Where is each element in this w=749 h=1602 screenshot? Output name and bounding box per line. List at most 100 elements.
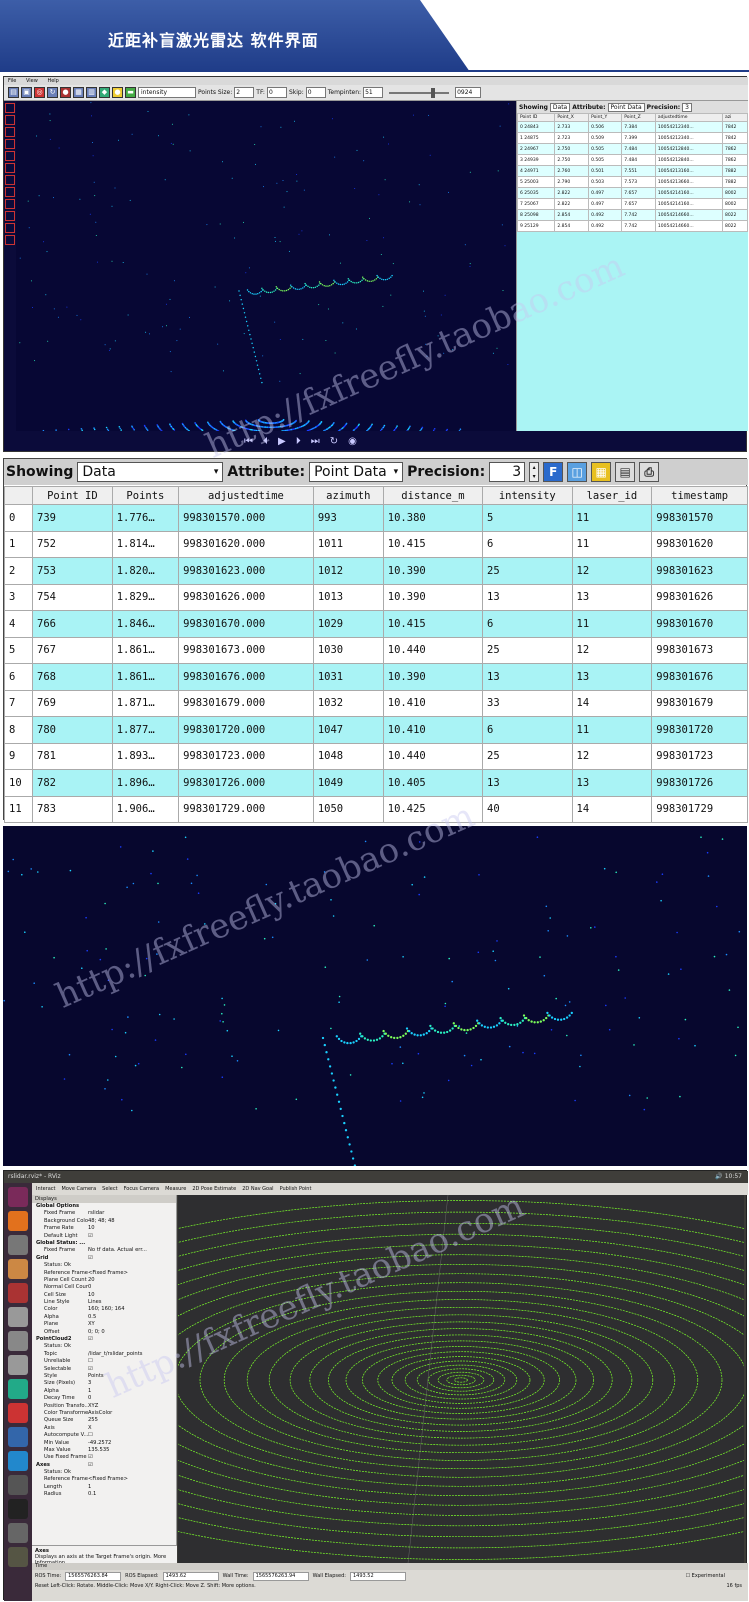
property-value[interactable]: 0 <box>88 1284 176 1291</box>
property-value[interactable]: 160; 160; 164 <box>88 1306 176 1313</box>
slider-handle[interactable] <box>431 87 436 98</box>
property-value[interactable]: 20 <box>88 1277 176 1284</box>
mini-row[interactable]: 6 25035 2.822 0.497 7.657 1005421416​0... 800… <box>516 187 749 199</box>
editor-icon[interactable] <box>8 1475 28 1495</box>
tool-2d-pose-estimate[interactable]: 2D Pose Estimate <box>192 1186 236 1192</box>
column-header[interactable]: Point ID <box>32 486 113 505</box>
table-row[interactable]: 11 783 1.906… 998301729.000 1050 10.425 40 14 99… <box>4 795 748 823</box>
mini-row[interactable]: 5 25003 2.790 0.503 7.573 1005421366​0... 788… <box>516 176 749 188</box>
light-icon[interactable]: ● <box>112 87 123 98</box>
property-value[interactable]: 0; 0; 0 <box>88 1329 176 1336</box>
property-value[interactable]: 135.535 <box>88 1447 176 1454</box>
tool-publish-point[interactable]: Publish Point <box>280 1186 312 1192</box>
property-value[interactable] <box>88 1203 176 1210</box>
display-property-row[interactable]: Cell Size 10 <box>32 1292 176 1299</box>
column-header[interactable]: distance_m <box>382 486 484 505</box>
property-value[interactable]: XYZ <box>88 1403 176 1410</box>
precision-input[interactable]: 3 <box>489 462 526 482</box>
property-value[interactable]: ☑ <box>88 1366 176 1373</box>
attribute-select[interactable]: Point Data <box>607 102 645 112</box>
mini-row[interactable]: 1 24875 2.723 0.509 7.399 1005421234​0... 784… <box>516 132 749 144</box>
mini-col-header[interactable]: Point_X <box>554 113 590 122</box>
rotate-icon[interactable]: ↻ <box>47 87 58 98</box>
tool-measure[interactable]: Measure <box>165 1186 186 1192</box>
property-value[interactable] <box>88 1469 176 1476</box>
python-icon[interactable]: ◆ <box>99 87 110 98</box>
property-value[interactable]: ☑ <box>88 1454 176 1461</box>
property-value[interactable]: 3 <box>88 1380 176 1387</box>
frame-slider[interactable] <box>389 87 450 98</box>
property-value[interactable]: ☑ <box>88 1233 176 1240</box>
display-property-row[interactable]: Plane Cell Count 20 <box>32 1277 176 1284</box>
table-row[interactable]: 5 767 1.861… 998301673.000 1030 10.440 25 12 998… <box>4 636 748 664</box>
column-header[interactable]: Points <box>111 486 180 505</box>
property-value[interactable]: XY <box>88 1321 176 1328</box>
tool-2d-nav-goal[interactable]: 2D Nav Goal <box>242 1186 273 1192</box>
menu-file[interactable]: File <box>8 78 16 84</box>
next-frame-icon[interactable]: ⏵ <box>296 436 301 447</box>
column-header[interactable]: timestamp <box>651 486 748 505</box>
display-property-row[interactable]: Default Light ☑ <box>32 1233 176 1240</box>
column-header[interactable]: laser_id <box>571 486 653 505</box>
tool-move-camera[interactable]: Move Camera <box>62 1186 97 1192</box>
mini-row[interactable]: 2 24967 2.750 0.505 7.484 1005421284​0... 786… <box>516 143 749 155</box>
experimental-checkbox[interactable]: ☐ Experimental <box>686 1573 725 1579</box>
mini-col-header[interactable]: adjustedtime <box>654 113 723 122</box>
property-value[interactable]: ☐ <box>88 1432 176 1439</box>
display-property-row[interactable]: Fixed Frame No tf data. Actual err... <box>32 1247 176 1254</box>
property-value[interactable]: 48; 48; 48 <box>88 1218 176 1225</box>
display-property-row[interactable]: Line Style Lines <box>32 1299 176 1306</box>
loop-icon[interactable]: ↻ <box>330 436 338 447</box>
property-value[interactable]: No tf data. Actual err... <box>88 1247 176 1254</box>
property-value[interactable]: 0.1 <box>88 1491 176 1498</box>
writer-icon[interactable] <box>8 1451 28 1471</box>
point-cloud-view[interactable] <box>16 101 516 431</box>
book-icon[interactable]: ▥ <box>86 87 97 98</box>
points-size-input[interactable]: 2 <box>234 87 255 98</box>
display-property-row[interactable]: Plane XY <box>32 1321 176 1328</box>
console-icon[interactable] <box>8 1499 28 1519</box>
column-header[interactable]: azimuth <box>312 486 384 505</box>
ros-time-field[interactable]: 1565576263.84 <box>65 1571 122 1581</box>
mini-col-header[interactable]: azi <box>721 113 749 122</box>
property-value[interactable]: X <box>88 1425 176 1432</box>
table-row[interactable]: 7 769 1.871… 998301679.000 1032 10.410 33 14 998… <box>4 689 748 717</box>
display-property-row[interactable]: Frame Rate 10 <box>32 1225 176 1232</box>
display-property-row[interactable]: Autocompute V... ☐ <box>32 1432 176 1439</box>
software-icon[interactable] <box>8 1259 28 1279</box>
display-property-row[interactable]: Offset 0; 0; 0 <box>32 1329 176 1336</box>
property-value[interactable]: 0.5 <box>88 1314 176 1321</box>
property-value[interactable] <box>88 1240 176 1247</box>
tool-icon-12[interactable] <box>5 235 15 245</box>
attribute-select[interactable]: Point Data ▾ <box>309 462 404 482</box>
mini-row[interactable]: 8 25098 2.854 0.492 7.742 1005421466​0... 802… <box>516 209 749 221</box>
table-row[interactable]: 8 780 1.877… 998301720.000 1047 10.410 6 11 9983… <box>4 716 748 744</box>
disk-icon[interactable] <box>8 1307 28 1327</box>
display-property-row[interactable]: Queue Size 255 <box>32 1417 176 1424</box>
property-value[interactable] <box>88 1343 176 1350</box>
prev-frame-icon[interactable]: ⏴ <box>263 436 268 447</box>
table-row[interactable]: 4 766 1.846… 998301670.000 1029 10.415 6 11 9983… <box>4 610 748 638</box>
display-property-row[interactable]: Max Value 135.535 <box>32 1447 176 1454</box>
display-property-row[interactable]: Decay Time 0 <box>32 1395 176 1402</box>
display-property-row[interactable]: Axis X <box>32 1425 176 1432</box>
grid-icon[interactable]: ▦ <box>591 462 612 482</box>
mini-row[interactable]: 3 24939 2.750 0.505 7.484 1005421284​0... 786… <box>516 154 749 166</box>
display-property-row[interactable]: PointCloud2 ☑ <box>32 1336 176 1343</box>
skip-input[interactable]: 0 <box>305 87 326 98</box>
property-value[interactable]: 1 <box>88 1388 176 1395</box>
tool-icon-11[interactable] <box>5 223 15 233</box>
drive-icon[interactable] <box>8 1331 28 1351</box>
last-frame-icon[interactable]: ⏭ <box>311 436 320 447</box>
property-value[interactable]: ☑ <box>88 1462 176 1469</box>
select-icon[interactable]: ◫ <box>567 462 588 482</box>
tool-icon-9[interactable] <box>5 199 15 209</box>
dash-icon[interactable] <box>8 1187 28 1207</box>
menu-help[interactable]: Help <box>47 78 58 84</box>
display-property-row[interactable]: Selectable ☑ <box>32 1366 176 1373</box>
display-property-row[interactable]: Size (Pixels) 3 <box>32 1380 176 1387</box>
property-value[interactable]: ☐ <box>88 1358 176 1365</box>
mini-col-header[interactable]: Point_Y <box>588 113 623 122</box>
volume-icon[interactable]: 🔊 <box>715 1173 722 1180</box>
display-property-row[interactable]: Use Fixed Frame ☑ <box>32 1454 176 1461</box>
